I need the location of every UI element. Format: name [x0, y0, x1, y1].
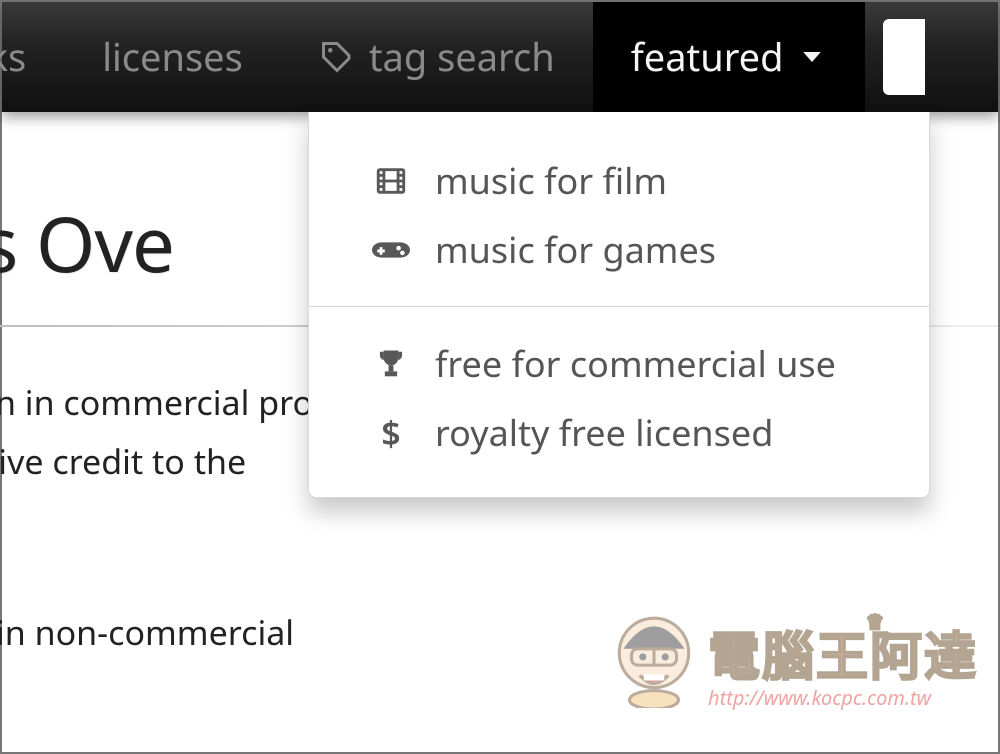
nav-item-tracks[interactable]: rks: [0, 2, 64, 112]
dollar-icon: $: [369, 410, 413, 456]
gamepad-icon: [369, 237, 413, 263]
featured-dropdown: music for film music for games free for …: [308, 112, 930, 498]
watermark-url: http://www.kocpc.com.tw: [708, 688, 978, 708]
tag-icon: [319, 39, 355, 75]
trophy-icon: [369, 348, 413, 380]
dropdown-label: music for games: [435, 225, 716, 274]
nav-item-licenses[interactable]: licenses: [64, 2, 281, 112]
nav-label: rks: [0, 31, 26, 83]
nav-label: licenses: [102, 31, 243, 83]
nav-item-featured[interactable]: featured: [593, 2, 866, 112]
nav-label: featured: [631, 31, 784, 83]
dropdown-label: free for commercial use: [435, 339, 836, 388]
dropdown-label: music for film: [435, 156, 667, 205]
dropdown-separator: [309, 306, 929, 307]
dropdown-item-royalty[interactable]: $ royalty free licensed: [309, 398, 929, 467]
nav-label: tag search: [369, 31, 555, 83]
top-navbar: rks licenses tag search featured: [2, 2, 998, 112]
chevron-down-icon: [797, 42, 827, 72]
film-icon: [369, 164, 413, 198]
dropdown-item-games[interactable]: music for games: [309, 215, 929, 284]
dropdown-label: royalty free licensed: [435, 408, 773, 457]
search-input[interactable]: [883, 19, 925, 95]
nav-item-tag-search[interactable]: tag search: [281, 2, 593, 112]
body-text: nly in non-commercial: [0, 607, 998, 658]
dropdown-item-commercial[interactable]: free for commercial use: [309, 329, 929, 398]
dropdown-item-film[interactable]: music for film: [309, 146, 929, 215]
